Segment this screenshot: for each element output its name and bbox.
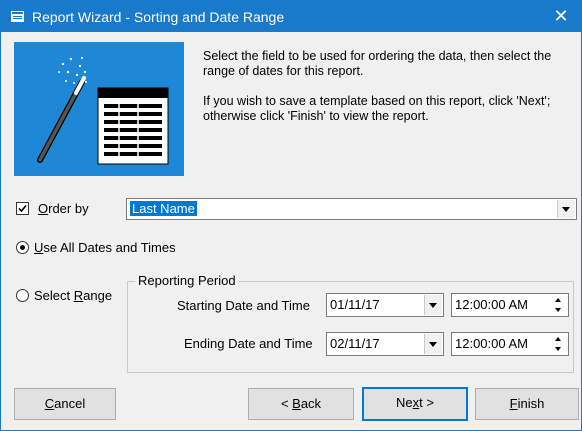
arrow-up-icon [555, 337, 561, 341]
starting-time-up-button[interactable] [550, 295, 567, 305]
order-by-dropdown-button[interactable] [557, 200, 575, 218]
select-range-label[interactable]: Select Range [34, 288, 112, 303]
starting-date-dropdown-button[interactable] [424, 295, 442, 315]
starting-time-updown[interactable] [550, 295, 567, 315]
close-icon[interactable]: ✕ [541, 1, 581, 32]
title-bar[interactable]: Report Wizard - Sorting and Date Range ✕ [1, 1, 581, 32]
starting-date-value: 01/11/17 [330, 297, 380, 312]
finish-mnemonic: F [509, 396, 518, 411]
select-range-prefix: Select [34, 288, 74, 303]
ending-time-updown[interactable] [550, 334, 567, 354]
back-button[interactable]: < Back [248, 388, 354, 420]
arrow-down-icon [555, 308, 561, 312]
order-by-value-wrap: Last Name [130, 201, 197, 216]
ending-time-up-button[interactable] [550, 334, 567, 344]
next-button[interactable]: Next > [362, 387, 468, 421]
use-all-dates-label[interactable]: Use All Dates and Times [34, 240, 176, 255]
wizard-banner [14, 42, 184, 176]
order-by-label[interactable]: Order by [38, 201, 89, 216]
select-range-mnemonic: R [73, 288, 84, 303]
instructions: Select the field to be used for ordering… [203, 49, 579, 139]
use-all-mnemonic: U [34, 240, 44, 255]
next-prefix: Ne [396, 395, 413, 410]
starting-time-down-button[interactable] [550, 305, 567, 315]
back-label-rest: ack [300, 396, 322, 411]
report-app-icon [11, 11, 24, 22]
ending-date-picker[interactable]: 02/11/17 [326, 332, 444, 356]
chevron-down-icon [429, 303, 437, 308]
order-by-mnemonic: O [38, 201, 49, 216]
ending-date-label: Ending Date and Time [184, 336, 313, 351]
reporting-period-title: Reporting Period [135, 273, 239, 288]
magic-wand-report-icon [37, 57, 169, 165]
order-by-checkbox[interactable] [16, 202, 29, 215]
cancel-mnemonic: C [44, 396, 55, 411]
ending-date-value: 02/11/17 [330, 336, 380, 351]
select-range-radio[interactable] [16, 289, 29, 302]
instruction-line-2: If you wish to save a template based on … [203, 94, 551, 123]
select-range-rest: ange [83, 288, 113, 303]
starting-time-value: 12:00:00 AM [455, 297, 528, 312]
ending-date-dropdown-button[interactable] [424, 334, 442, 354]
ending-time-value: 12:00:00 AM [455, 336, 528, 351]
checkmark-icon [18, 204, 27, 213]
order-by-label-rest: rder by [48, 201, 89, 216]
use-all-dates-radio[interactable] [16, 241, 29, 254]
next-label-rest: t > [419, 395, 434, 410]
arrow-up-icon [555, 298, 561, 302]
report-wizard-window: Report Wizard - Sorting and Date Range ✕ [0, 0, 582, 431]
starting-date-picker[interactable]: 01/11/17 [326, 293, 444, 317]
order-by-value: Last Name [130, 201, 197, 216]
arrow-down-icon [555, 347, 561, 351]
starting-time-spinner[interactable]: 12:00:00 AM [451, 293, 569, 317]
window-title: Report Wizard - Sorting and Date Range [32, 9, 285, 25]
cancel-label-rest: ancel [54, 396, 86, 411]
finish-label-rest: inish [517, 396, 545, 411]
order-by-dropdown[interactable]: Last Name [126, 198, 577, 220]
ending-time-spinner[interactable]: 12:00:00 AM [451, 332, 569, 356]
back-mnemonic: B [292, 396, 301, 411]
back-prefix: < [280, 396, 293, 411]
chevron-down-icon [562, 207, 570, 212]
chevron-down-icon [429, 342, 437, 347]
starting-date-label: Starting Date and Time [177, 298, 310, 313]
use-all-label-rest: se All Dates and Times [43, 240, 176, 255]
finish-button[interactable]: Finish [475, 388, 579, 420]
instruction-line-1: Select the field to be used for ordering… [203, 49, 552, 78]
ending-time-down-button[interactable] [550, 344, 567, 354]
cancel-button[interactable]: Cancel [14, 388, 116, 420]
radio-selected-dot [20, 245, 25, 250]
